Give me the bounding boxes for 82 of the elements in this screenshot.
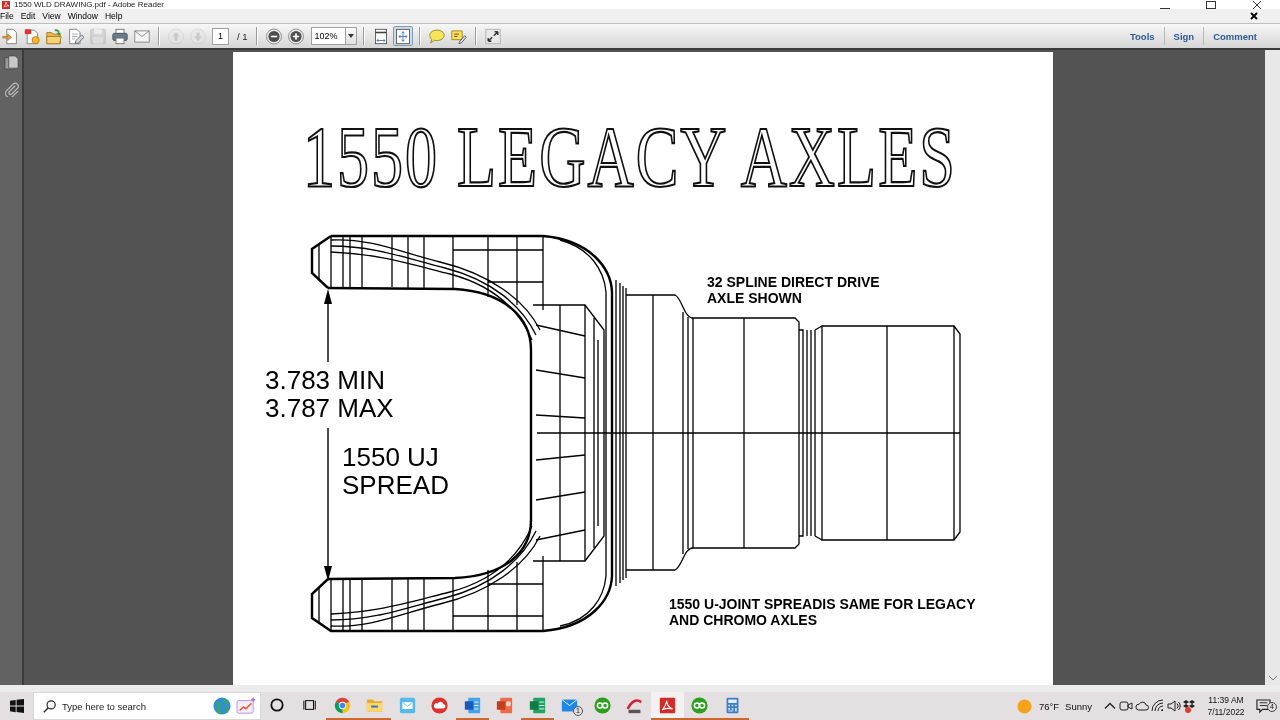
close-icon[interactable]: [1250, 12, 1258, 20]
dimension-label: 1550 UJ SPREAD: [342, 443, 449, 499]
video-camera-icon[interactable]: [1119, 699, 1133, 713]
highlighter-icon: [450, 27, 467, 45]
circle-logo-icon: [691, 696, 709, 714]
minus-icon: [265, 27, 282, 45]
pdf-reader-button[interactable]: [651, 692, 684, 720]
fit-page-button[interactable]: [392, 26, 413, 46]
pane-button[interactable]: Sign: [1164, 30, 1204, 42]
speech-bubble-icon: [428, 27, 445, 45]
drawing-title: 1550 LEGACY AXLES: [303, 114, 957, 201]
combine-button[interactable]: [22, 26, 42, 46]
menu-item[interactable]: Help: [101, 10, 126, 22]
dimension-label: 3.783 MIN 3.787 MAX: [265, 366, 394, 422]
create-button[interactable]: [0, 26, 20, 46]
sun-icon: [1016, 698, 1032, 714]
cloud-icon: [431, 696, 449, 714]
pdf-tile-icon: [658, 696, 676, 714]
folder-icon: [46, 27, 62, 45]
panels-icon: [302, 698, 317, 712]
menu-item[interactable]: View: [38, 10, 65, 22]
search-bar[interactable]: Type here to search: [33, 692, 261, 720]
plus-icon: [287, 27, 304, 45]
cloud-icon[interactable]: [1135, 699, 1149, 713]
zoom-out-button[interactable]: [263, 26, 284, 46]
window-title: 1550 WLD DRAWING.pdf - Adobe Reader: [14, 0, 164, 9]
weather-button[interactable]: 76°F Sunny: [1016, 698, 1102, 714]
pane-button[interactable]: Tools: [1120, 30, 1164, 42]
printer-icon: [112, 27, 128, 45]
document-badge-icon: [24, 27, 40, 45]
menu-item[interactable]: File: [0, 10, 18, 22]
notification-icon: [1256, 698, 1271, 714]
box-badge-icon[interactable]: [1183, 699, 1197, 713]
menu-item[interactable]: Window: [64, 10, 102, 22]
close-icon[interactable]: [1252, 0, 1262, 9]
search-field[interactable]: Type here to search: [62, 700, 208, 712]
temperature-text: 76°F: [1038, 700, 1060, 712]
fit-width-icon: [372, 27, 389, 45]
pages-icon[interactable]: [3, 55, 19, 70]
circle-logo-icon: [333, 696, 351, 714]
caret-icon: [347, 34, 354, 38]
page-count: / 1: [237, 30, 248, 42]
envelope-icon: [134, 27, 150, 45]
menu-item[interactable]: Edit: [17, 10, 39, 22]
weather-condition: Sunny: [1065, 700, 1092, 712]
document-tile-icon: [463, 696, 481, 714]
clock-time: 11:39 AM: [1208, 694, 1244, 706]
search-icon: [43, 699, 56, 713]
maximize-icon[interactable]: [1206, 0, 1216, 9]
wifi-icon[interactable]: [1151, 699, 1165, 713]
edit-button[interactable]: [66, 26, 86, 46]
swoosh-icon: [626, 696, 644, 714]
clock-date: 7/11/2022: [1207, 706, 1245, 718]
window-panes-icon: [9, 699, 24, 713]
scrollbar-track[interactable]: [1265, 50, 1280, 685]
edit-icon: [68, 27, 84, 45]
envelope-tile-icon: [398, 696, 416, 714]
ring-icon: [270, 698, 285, 712]
globe-icon: [212, 697, 232, 715]
print-button[interactable]: [110, 26, 130, 46]
drawing-note: 32 SPLINE DIRECT DRIVE AXLE SHOWN: [707, 274, 880, 306]
sheet-tile-icon: [528, 696, 546, 714]
expand-icon: [484, 27, 501, 45]
zoom-in-button[interactable]: [285, 26, 306, 46]
drawing-note: 1550 U-JOINT SPREADIS SAME FOR LEGACY AND CHROMO AXLES: [669, 596, 976, 628]
fit-page-icon: [394, 27, 411, 45]
pane-button[interactable]: Comment: [1204, 30, 1266, 42]
clock-button[interactable]: 11:39 AM 7/11/2022: [1202, 694, 1250, 718]
circle-logo-icon: [593, 696, 611, 714]
full-screen-button[interactable]: [482, 26, 503, 46]
save-icon: [90, 27, 106, 45]
down-caret-icon[interactable]: [1268, 676, 1277, 681]
document-arrow-icon: [2, 27, 18, 45]
open-button[interactable]: [44, 26, 64, 46]
zoom-field[interactable]: 102%: [310, 27, 346, 45]
envelope-icon: [561, 696, 579, 714]
paperclip-icon[interactable]: [3, 82, 19, 97]
page-field[interactable]: 1: [212, 27, 229, 45]
slides-tile-icon: [496, 696, 514, 714]
zoom-dropdown-button[interactable]: [345, 27, 357, 45]
chart-tile-icon: [236, 697, 256, 715]
speaker-icon[interactable]: [1167, 699, 1181, 713]
